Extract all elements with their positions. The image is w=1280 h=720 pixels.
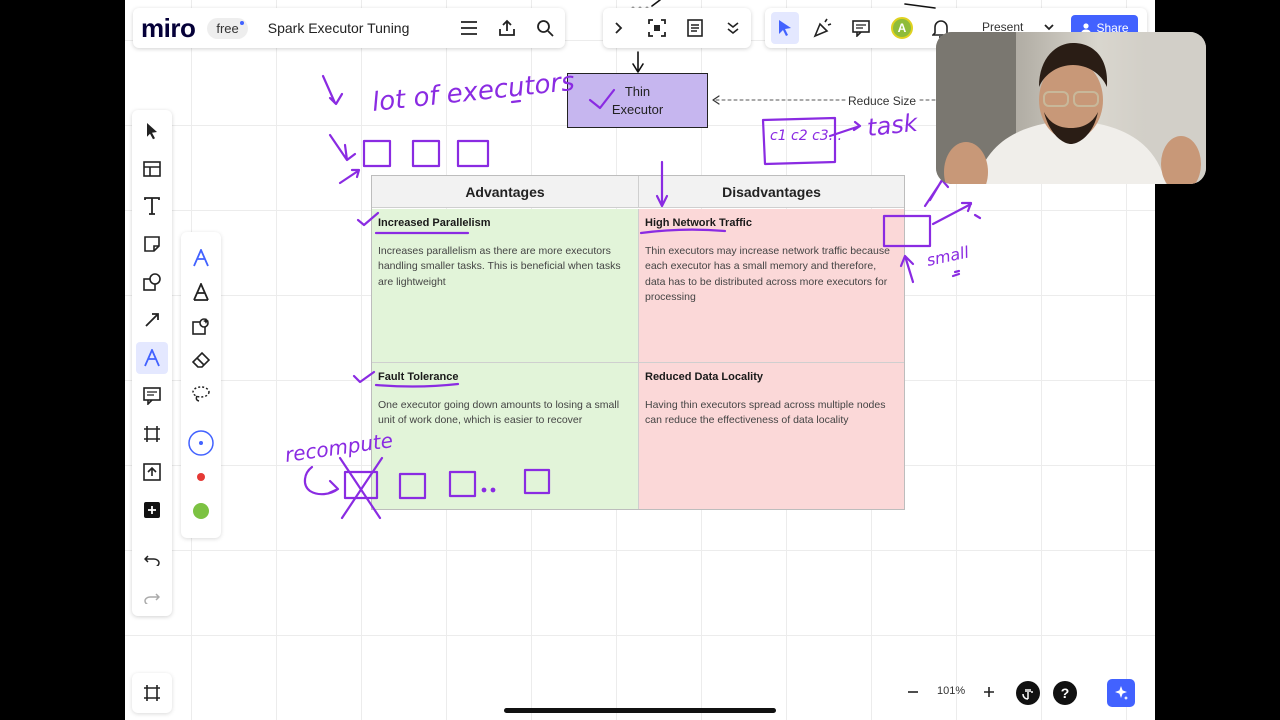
- lasso-icon[interactable]: [185, 378, 217, 410]
- advantages-header: Advantages: [372, 176, 638, 208]
- plan-badge[interactable]: free: [207, 17, 248, 39]
- text-icon[interactable]: [136, 190, 168, 222]
- left-toolbar: [132, 110, 172, 616]
- board-title[interactable]: Spark Executor Tuning: [268, 20, 410, 36]
- miro-logo: miro: [141, 12, 196, 43]
- presenter-video: [936, 32, 1206, 184]
- smart-draw-icon[interactable]: [185, 310, 217, 342]
- comment-icon[interactable]: [136, 380, 168, 412]
- pros-cons-matrix[interactable]: Advantages Disadvantages Increased Paral…: [371, 175, 905, 510]
- highlighter-icon[interactable]: [185, 276, 217, 308]
- help-icon[interactable]: ?: [1053, 681, 1077, 705]
- blue-color[interactable]: [185, 427, 217, 459]
- cell-title: Reduced Data Locality: [645, 371, 763, 383]
- cell-title: Increased Parallelism: [378, 217, 491, 229]
- pen-icon[interactable]: [185, 242, 217, 274]
- chevron-double-down-icon[interactable]: [719, 8, 747, 48]
- frame-icon: [144, 685, 160, 701]
- chevron-right-icon[interactable]: [605, 8, 633, 48]
- connector-icon[interactable]: [136, 304, 168, 336]
- avatar[interactable]: A: [891, 17, 913, 39]
- upload-icon[interactable]: [136, 456, 168, 488]
- pen-icon[interactable]: [136, 342, 168, 374]
- sparkle-icon: [1115, 686, 1128, 700]
- eraser-icon[interactable]: [185, 344, 217, 376]
- red-color[interactable]: [185, 461, 217, 493]
- undo-icon[interactable]: [136, 544, 168, 576]
- export-icon[interactable]: [493, 8, 521, 48]
- zoom-controls: 101%: [898, 677, 1010, 707]
- focus-frame-icon[interactable]: [643, 8, 671, 48]
- green-color[interactable]: [185, 495, 217, 527]
- shapes-icon[interactable]: [136, 266, 168, 298]
- matrix-cell: Reduced Data Locality Having thin execut…: [638, 362, 904, 509]
- zoom-out-button[interactable]: [898, 677, 928, 707]
- reduce-size-label: Reduce Size: [848, 94, 917, 108]
- thin-executor-label: Thin Executor: [611, 83, 664, 117]
- cell-text: Increases parallelism as there are more …: [378, 245, 621, 288]
- ai-assist-button[interactable]: [1107, 679, 1135, 707]
- hand-icon[interactable]: [1016, 681, 1040, 705]
- celebrate-icon[interactable]: [809, 8, 837, 48]
- webcam-overlay: [936, 32, 1206, 184]
- disadvantages-header: Disadvantages: [638, 176, 904, 208]
- select-icon[interactable]: [136, 115, 168, 147]
- home-indicator: [504, 708, 776, 713]
- zoom-in-button[interactable]: [974, 677, 1004, 707]
- pen-subtoolbar: [181, 232, 221, 538]
- top-left-bar: miro free Spark Executor Tuning: [133, 8, 565, 48]
- frame-icon[interactable]: [136, 418, 168, 450]
- notes-icon[interactable]: [681, 8, 709, 48]
- sticky-note-icon[interactable]: [136, 228, 168, 260]
- cell-title: Fault Tolerance: [378, 371, 459, 383]
- redo-icon[interactable]: [136, 582, 168, 614]
- top-middle-bar: [603, 8, 751, 48]
- cursor-mode-icon[interactable]: [771, 12, 799, 44]
- frames-button[interactable]: [132, 673, 172, 713]
- matrix-cell: High Network Traffic Thin executors may …: [638, 209, 904, 362]
- matrix-cell: Increased Parallelism Increases parallel…: [372, 209, 638, 362]
- zoom-level[interactable]: 101%: [937, 685, 965, 697]
- plus-icon: [984, 687, 994, 697]
- cell-text: One executor going down amounts to losin…: [378, 399, 620, 427]
- add-icon[interactable]: [136, 494, 168, 526]
- thin-executor-box[interactable]: Thin Executor: [567, 73, 708, 128]
- comments-icon[interactable]: [847, 8, 875, 48]
- menu-icon[interactable]: [455, 8, 483, 48]
- minus-icon: [908, 691, 918, 693]
- matrix-cell: Fault Tolerance One executor going down …: [372, 362, 638, 509]
- cell-text: Thin executors may increase network traf…: [645, 245, 890, 303]
- cell-text: Having thin executors spread across mult…: [645, 399, 886, 427]
- search-icon[interactable]: [531, 8, 559, 48]
- cell-title: High Network Traffic: [645, 217, 752, 229]
- templates-icon[interactable]: [136, 153, 168, 185]
